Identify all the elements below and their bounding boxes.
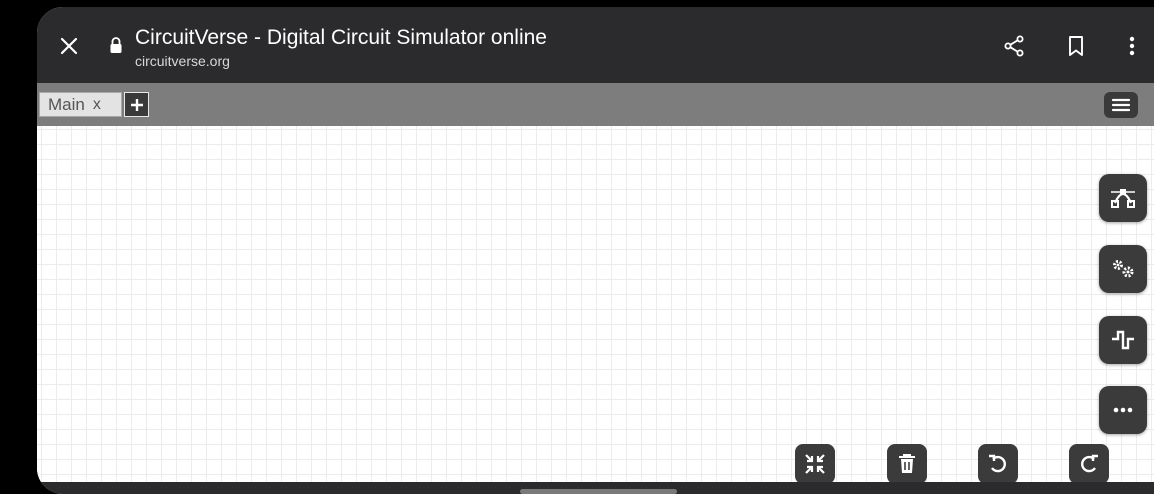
page-title: CircuitVerse - Digital Circuit Simulator… — [135, 26, 547, 49]
ellipsis-icon — [1113, 407, 1133, 413]
plus-icon — [130, 98, 143, 111]
settings-button[interactable] — [1099, 245, 1147, 293]
timing-diagram-button[interactable] — [1099, 316, 1147, 364]
delete-button[interactable] — [887, 444, 927, 484]
wire-curve-button[interactable] — [1099, 174, 1147, 222]
more-options-button[interactable] — [1099, 386, 1147, 434]
tab-close-button[interactable]: x — [93, 96, 101, 114]
compress-icon — [805, 454, 825, 474]
circuit-tab-bar: Main x — [37, 83, 1154, 126]
menu-button[interactable] — [1104, 92, 1138, 118]
tab-label: Main — [48, 94, 85, 114]
hamburger-menu-icon — [1111, 98, 1131, 112]
redo-icon — [1081, 454, 1098, 473]
redo-button[interactable] — [1069, 444, 1109, 484]
circuit-canvas[interactable] — [37, 126, 1154, 482]
undo-button[interactable] — [978, 444, 1018, 484]
bookmark-icon[interactable] — [1061, 31, 1091, 61]
bezier-curve-icon — [1111, 189, 1135, 208]
gears-icon — [1113, 260, 1134, 278]
device-screen: CircuitVerse - Digital Circuit Simulator… — [37, 7, 1154, 494]
lock-icon — [109, 35, 123, 55]
trash-icon — [899, 454, 915, 473]
fit-to-screen-button[interactable] — [795, 444, 835, 484]
add-tab-button[interactable] — [124, 92, 149, 117]
close-icon[interactable] — [55, 32, 83, 60]
page-url: circuitverse.org — [135, 53, 230, 69]
undo-icon — [989, 454, 1006, 473]
more-vertical-icon[interactable] — [1117, 31, 1147, 61]
square-wave-icon — [1112, 330, 1134, 350]
share-icon[interactable] — [999, 31, 1029, 61]
browser-toolbar: CircuitVerse - Digital Circuit Simulator… — [37, 7, 1154, 83]
tab-main[interactable]: Main x — [39, 92, 122, 117]
home-indicator[interactable] — [520, 489, 677, 494]
